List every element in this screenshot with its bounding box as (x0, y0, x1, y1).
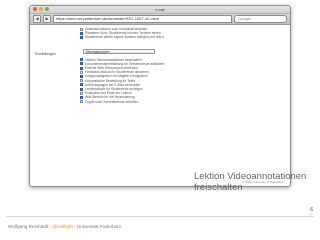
footer-divider (6, 216, 314, 217)
checkbox[interactable] (80, 100, 83, 104)
settings-section-label: Einstellungen (35, 52, 57, 56)
option-row[interactable]: Zugriff nach Semesterende erlauben (80, 100, 286, 104)
checkbox[interactable] (80, 83, 83, 87)
checkbox[interactable] (80, 66, 83, 70)
search-input[interactable]: Google (234, 15, 287, 23)
checkbox[interactable] (80, 95, 83, 99)
slide-page-number: 6 (310, 207, 313, 213)
group-select[interactable]: Übungsgruppen (83, 48, 155, 54)
forward-arrow-icon[interactable]: ▶ (43, 15, 51, 23)
option-label: Studierende dürfen eigene Notizen anlege… (85, 35, 164, 40)
credit-name: Wolfgang Reinhardt (8, 224, 49, 229)
credit-org: - Universität Paderborn (72, 224, 122, 229)
window-title: e-cat (155, 7, 165, 12)
caption-line: freischalten (194, 181, 243, 193)
checkbox[interactable] (80, 35, 83, 39)
caption-line: Lektion Videoannotationen (194, 171, 307, 182)
checkbox[interactable] (80, 70, 83, 74)
checkbox[interactable] (80, 31, 83, 35)
window-titlebar: e-cat (30, 6, 290, 14)
option-row[interactable]: Studierende dürfen eigene Notizen anlege… (80, 35, 286, 39)
checkbox[interactable] (80, 62, 83, 66)
slide-caption: Lektion Videoannotationen freischalten (194, 171, 312, 193)
settings-form: Diskussionsforum zum Kursinhalt anbieten… (80, 27, 286, 104)
option-label: Zugriff nach Semesterende erlauben (85, 99, 139, 104)
checkbox[interactable] (80, 87, 83, 91)
browser-window: e-cat ◀ ▶ https://stud.uni-paderborn.de/… (29, 5, 291, 187)
slide-credit: Wolfgang Reinhardt - @wollepb - Universi… (8, 224, 121, 229)
page-content: Einstellungen Diskussionsforum zum Kursi… (30, 25, 290, 186)
checkbox[interactable] (80, 27, 83, 31)
checkbox[interactable] (80, 91, 83, 95)
credit-handle: @wollepb (52, 224, 73, 229)
checkbox[interactable] (80, 58, 83, 62)
browser-toolbar: ◀ ▶ https://stud.uni-paderborn.de/semest… (30, 14, 290, 25)
back-arrow-icon[interactable]: ◀ (33, 15, 41, 23)
url-bar[interactable]: https://stud.uni-paderborn.de/semester/S… (53, 15, 232, 23)
checkbox[interactable] (80, 79, 83, 83)
checkbox[interactable] (80, 74, 83, 78)
